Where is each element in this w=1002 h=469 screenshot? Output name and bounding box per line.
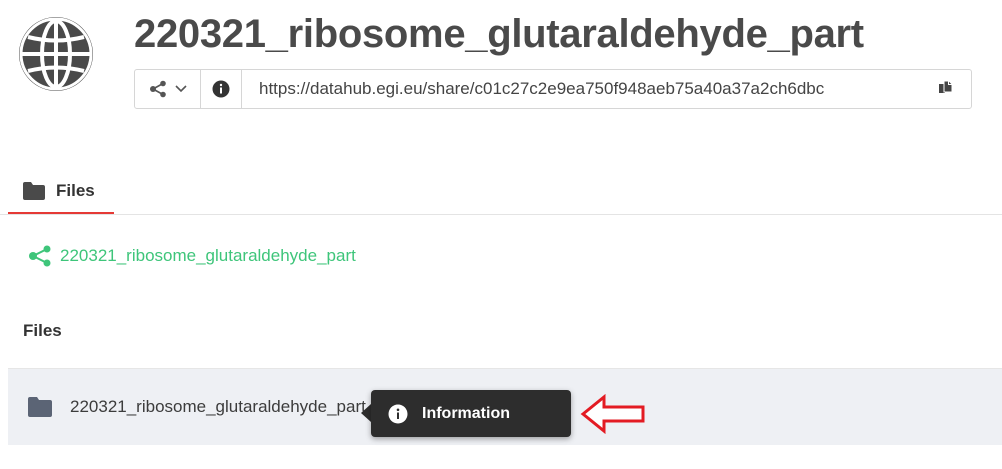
share-icon bbox=[149, 80, 166, 98]
tab-label: Files bbox=[56, 181, 95, 200]
folder-icon bbox=[28, 397, 52, 417]
info-icon bbox=[388, 404, 408, 423]
tooltip-arrow bbox=[361, 404, 371, 422]
info-icon bbox=[212, 80, 230, 98]
information-tooltip[interactable]: Information bbox=[371, 390, 571, 437]
annotation-arrow-icon bbox=[580, 394, 645, 434]
share-menu-button[interactable] bbox=[135, 70, 201, 108]
share-page: 220321_ribosome_glutaraldehyde_part http… bbox=[0, 0, 1002, 469]
file-name[interactable]: 220321_ribosome_glutaraldehyde_part bbox=[70, 397, 366, 417]
files-heading: Files bbox=[23, 321, 62, 340]
share-url-field[interactable]: https://datahub.egi.eu/share/c01c27c2e9e… bbox=[242, 70, 921, 108]
folder-icon bbox=[23, 182, 45, 200]
share-icon bbox=[29, 245, 51, 267]
info-button[interactable] bbox=[201, 70, 242, 108]
chevron-down-icon bbox=[174, 85, 187, 93]
breadcrumb-label[interactable]: 220321_ribosome_glutaraldehyde_part bbox=[60, 246, 356, 266]
page-title: 220321_ribosome_glutaraldehyde_part bbox=[134, 12, 864, 56]
share-url-bar: https://datahub.egi.eu/share/c01c27c2e9e… bbox=[134, 69, 972, 109]
copy-icon bbox=[939, 80, 953, 93]
tabs-divider bbox=[0, 214, 1002, 215]
globe-icon bbox=[19, 17, 93, 91]
breadcrumb[interactable]: 220321_ribosome_glutaraldehyde_part bbox=[28, 244, 356, 268]
tooltip-label: Information bbox=[422, 404, 510, 422]
tab-files[interactable]: Files bbox=[8, 168, 114, 214]
copy-url-button[interactable] bbox=[921, 70, 971, 108]
